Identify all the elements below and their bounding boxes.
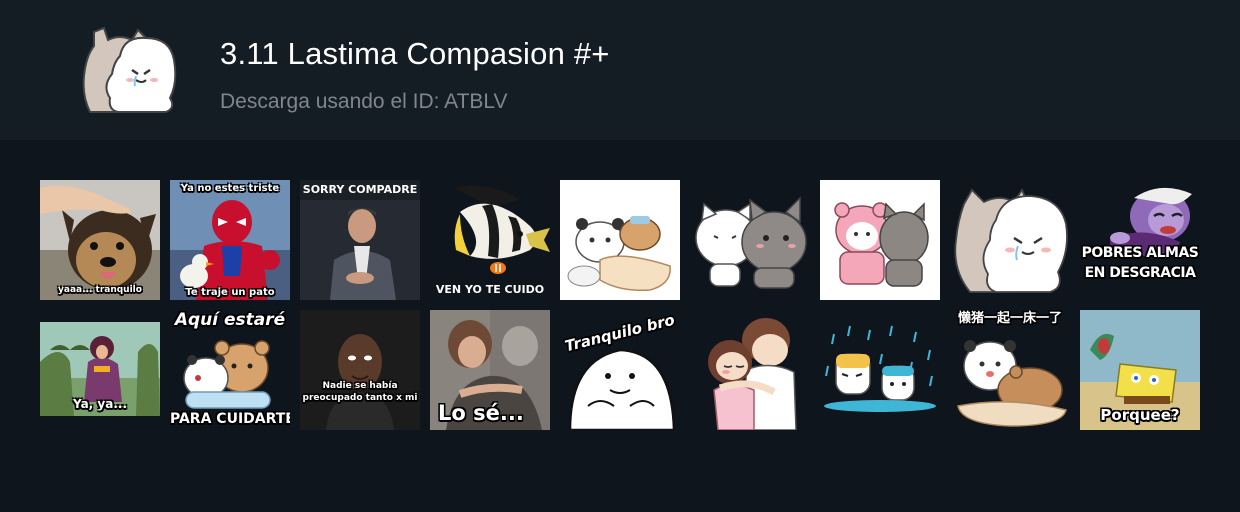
cats-cuddle-sticker[interactable]: [950, 180, 1070, 300]
sticker-caption: Lo sé...: [438, 401, 524, 425]
spongebob-sticker[interactable]: Porquee?: [1080, 310, 1200, 430]
sticker-caption: Te traje un pato: [185, 287, 275, 298]
spiderman-duck-sticker[interactable]: Ya no estes triste Te traje un pato: [170, 180, 290, 300]
bears-in-bed-sticker[interactable]: [560, 180, 680, 300]
sticker-caption: VEN YO TE CUIDO: [435, 283, 545, 296]
dog-head-pat-sticker[interactable]: yaaa... tranquilo: [40, 180, 160, 300]
sticker-caption: POBRES ALMAS: [1081, 245, 1199, 261]
bears-comfort-sticker[interactable]: 懒猪一起一床一了: [950, 310, 1070, 430]
sticker-caption-top: 懒猪一起一床一了: [957, 311, 1062, 326]
man-sitting-sticker[interactable]: SORRY COMPADRE: [300, 180, 420, 300]
cartoon-hug-sticker[interactable]: Ya, ya...: [40, 322, 160, 416]
ursula-sticker[interactable]: POBRES ALMAS EN DESGRACIA: [1080, 180, 1200, 300]
sticker-caption-line2: EN DESGRACIA: [1084, 265, 1196, 281]
pink-hood-cats-sticker[interactable]: [820, 180, 940, 300]
sticker-caption-line2: preocupado tanto x mi: [302, 393, 418, 403]
terry-crews-sticker[interactable]: Nadie se había preocupado tanto x mi: [300, 310, 420, 430]
sticker-caption: yaaa... tranquilo: [58, 285, 142, 295]
embrace-photo-sticker[interactable]: Lo sé...: [430, 310, 550, 430]
sticker-caption-top: SORRY COMPADRE: [302, 183, 418, 196]
flork-sticker[interactable]: Tranquilo bro: [560, 310, 680, 430]
sticker-caption-top: Aquí estaré: [174, 310, 286, 330]
couple-hug-sticker[interactable]: [690, 310, 810, 430]
fish-sticker[interactable]: VEN YO TE CUIDO: [430, 180, 550, 300]
sticker-caption: Ya, ya...: [72, 397, 128, 411]
sticker-caption: Porquee?: [1100, 406, 1180, 424]
cats-hug-sticker[interactable]: [690, 180, 810, 300]
sticker-caption: PARA CUIDARTE: [170, 411, 290, 427]
sticker-caption: Nadie se había: [322, 381, 398, 391]
crying-cats-sticker[interactable]: [820, 310, 940, 430]
bear-care-sticker[interactable]: Aquí estaré PARA CUIDARTE: [170, 310, 290, 430]
sticker-grid: yaaa... tranquilo Ya no estes triste Te …: [0, 0, 1240, 512]
sticker-caption-top: Ya no estes triste: [180, 183, 280, 194]
